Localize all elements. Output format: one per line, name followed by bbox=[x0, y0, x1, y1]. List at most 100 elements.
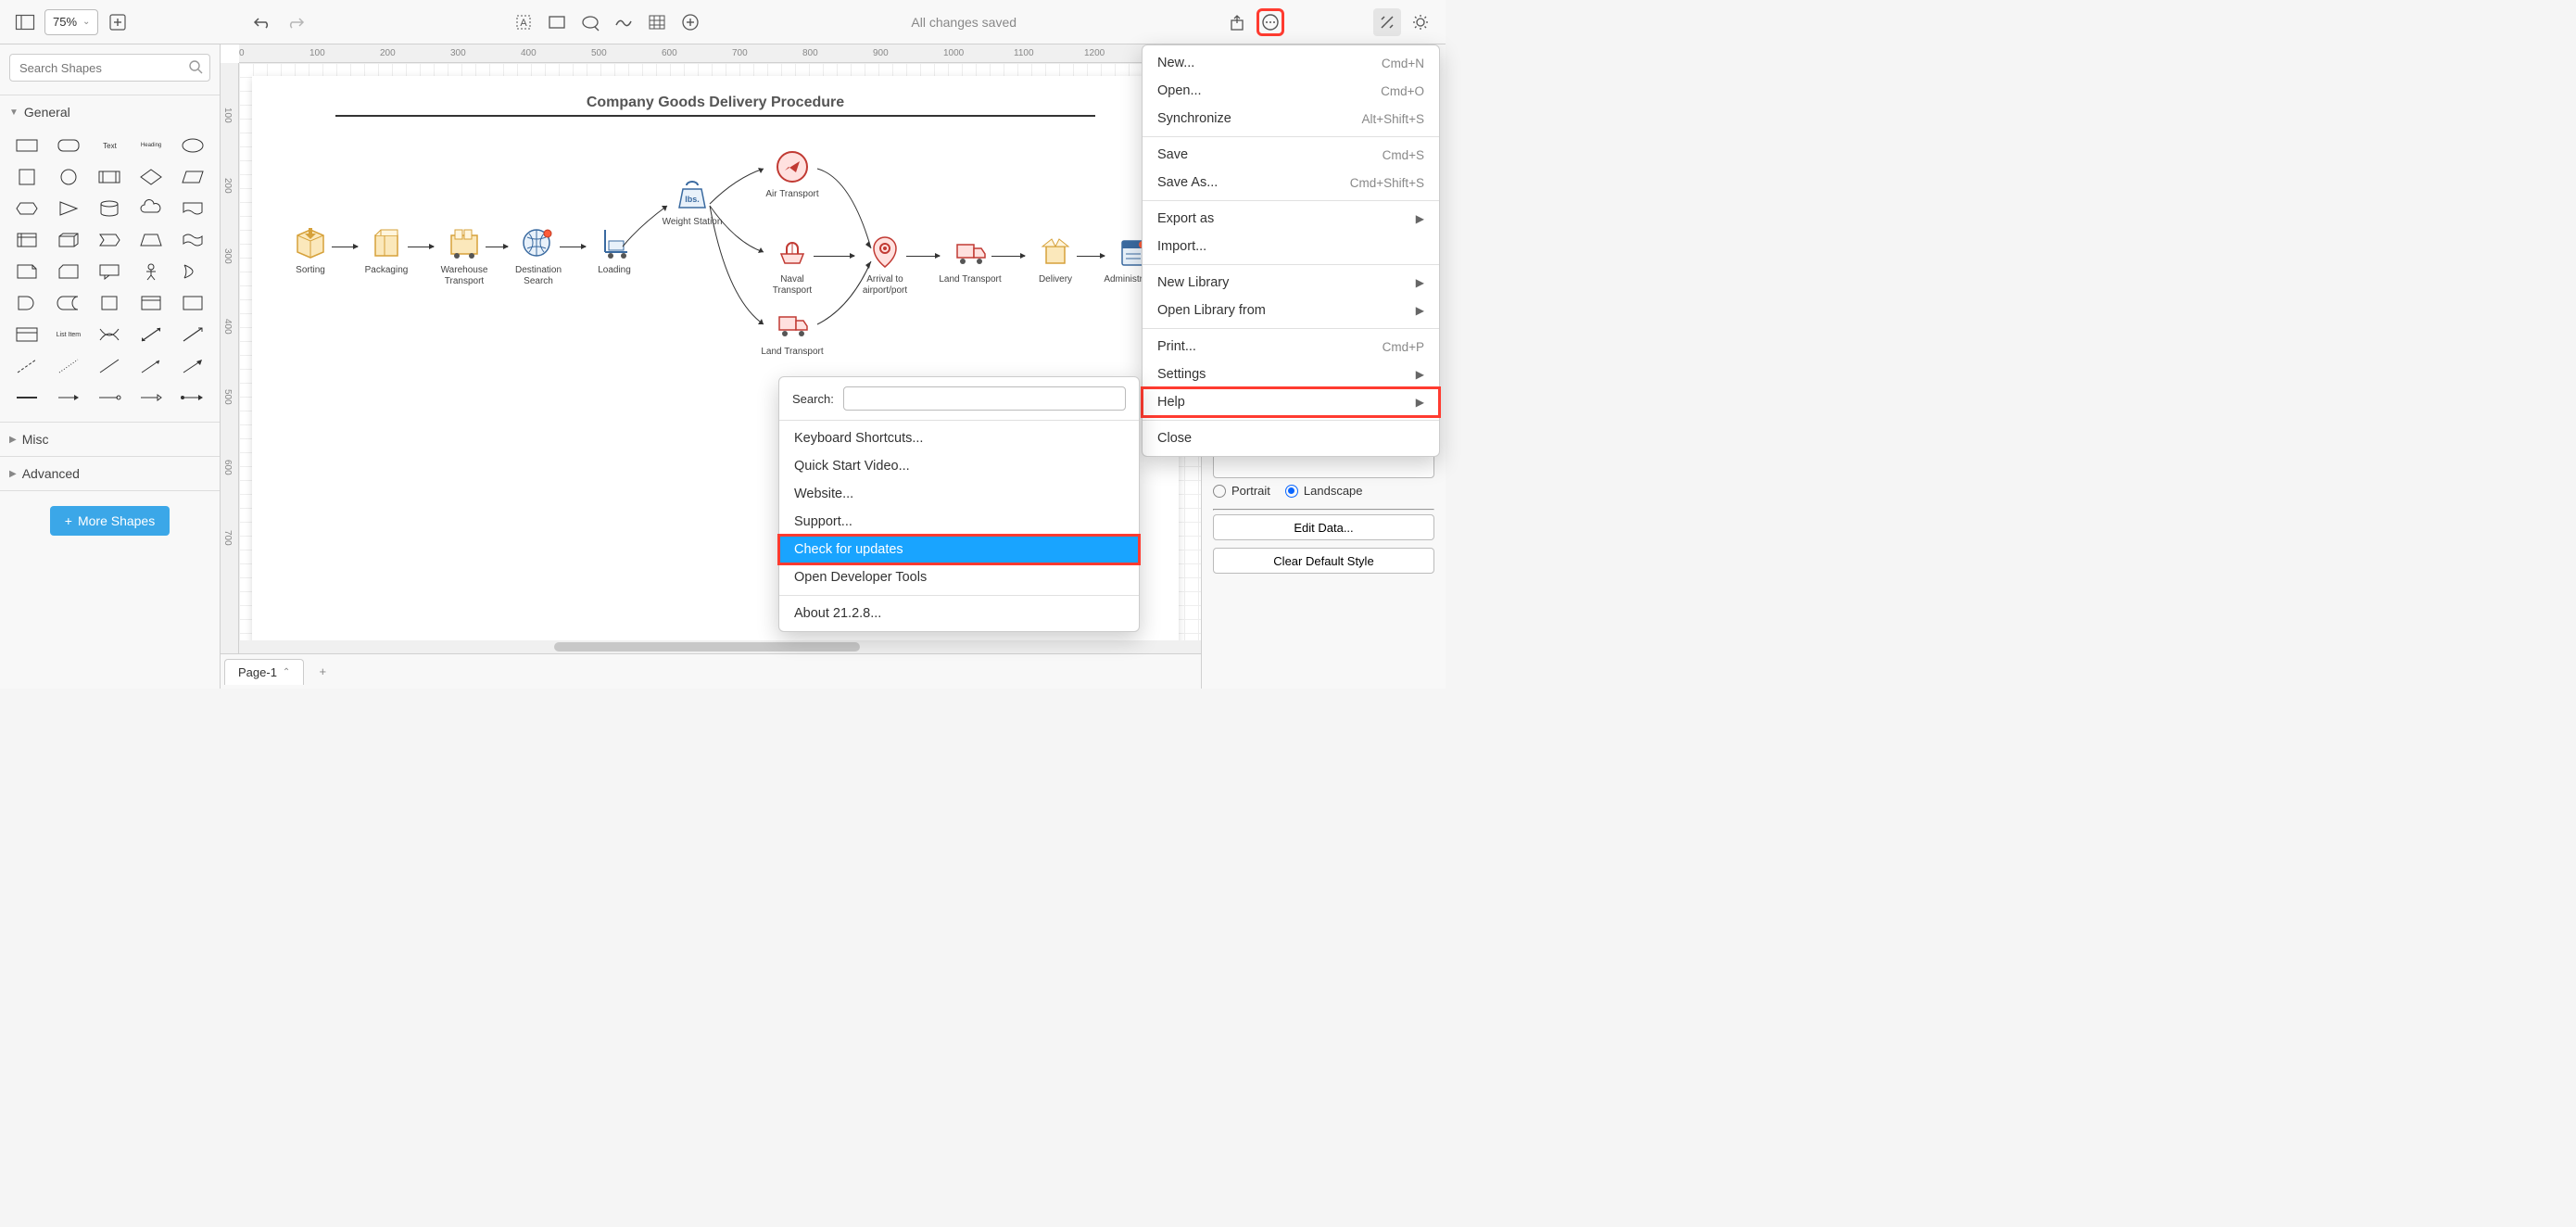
node-land1[interactable]: Land Transport bbox=[760, 306, 825, 358]
shape-arrow-bidir[interactable] bbox=[133, 322, 170, 348]
shape-list[interactable] bbox=[9, 322, 45, 348]
shape-conn-3[interactable] bbox=[92, 385, 128, 411]
shape-arrow-solid[interactable] bbox=[174, 353, 210, 379]
share-icon[interactable] bbox=[1223, 8, 1251, 36]
node-land2[interactable]: Land Transport bbox=[938, 234, 1003, 285]
clear-style-button[interactable]: Clear Default Style bbox=[1213, 548, 1434, 574]
shape-tape[interactable] bbox=[174, 227, 210, 253]
menu-item-save[interactable]: SaveCmd+S bbox=[1143, 141, 1439, 169]
node-sorting[interactable]: Sorting bbox=[278, 224, 343, 276]
shape-line-plain[interactable] bbox=[92, 353, 128, 379]
shape-circle[interactable] bbox=[51, 164, 87, 190]
orientation-portrait[interactable]: Portrait bbox=[1213, 484, 1270, 498]
theme-icon[interactable] bbox=[1407, 8, 1434, 36]
shape-conn-4[interactable] bbox=[133, 385, 170, 411]
shape-rounded-rect[interactable] bbox=[51, 133, 87, 158]
help-item-website-[interactable]: Website... bbox=[779, 480, 1139, 508]
help-item-support-[interactable]: Support... bbox=[779, 508, 1139, 536]
node-naval[interactable]: Naval Transport bbox=[760, 234, 825, 297]
plus-tool-icon[interactable] bbox=[676, 8, 704, 36]
shape-rect[interactable] bbox=[9, 133, 45, 158]
shape-conn-1[interactable] bbox=[9, 385, 45, 411]
menu-item-settings[interactable]: Settings▶ bbox=[1143, 361, 1439, 388]
shape-data-storage[interactable] bbox=[51, 290, 87, 316]
shape-cylinder[interactable] bbox=[92, 196, 128, 221]
menu-item-close[interactable]: Close bbox=[1143, 424, 1439, 452]
shape-curve[interactable] bbox=[92, 322, 128, 348]
menu-item-save-as-[interactable]: Save As...Cmd+Shift+S bbox=[1143, 169, 1439, 196]
shape-conn-2[interactable] bbox=[51, 385, 87, 411]
page-tab-1[interactable]: Page-1 ⌃ bbox=[224, 659, 304, 685]
shape-arrow-open[interactable] bbox=[174, 322, 210, 348]
menu-item-synchronize[interactable]: SynchronizeAlt+Shift+S bbox=[1143, 105, 1439, 133]
node-arrival[interactable]: Arrival to airport/port bbox=[852, 234, 917, 297]
shape-diamond[interactable] bbox=[133, 164, 170, 190]
section-misc[interactable]: ▶ Misc bbox=[0, 426, 220, 452]
add-page-button[interactable]: + bbox=[309, 659, 335, 685]
shape-hexagon[interactable] bbox=[9, 196, 45, 221]
more-menu-button[interactable] bbox=[1256, 8, 1284, 36]
menu-item-open-library-from[interactable]: Open Library from▶ bbox=[1143, 297, 1439, 324]
zoom-select[interactable]: 75% ⌄ bbox=[44, 9, 98, 35]
menu-item-open-[interactable]: Open...Cmd+O bbox=[1143, 77, 1439, 105]
shape-and[interactable] bbox=[9, 290, 45, 316]
shape-card[interactable] bbox=[51, 259, 87, 285]
section-general[interactable]: ▼ General bbox=[0, 99, 220, 125]
menu-item-export-as[interactable]: Export as▶ bbox=[1143, 205, 1439, 233]
shape-step[interactable] bbox=[92, 227, 128, 253]
shape-line-dashed[interactable] bbox=[9, 353, 45, 379]
node-destsearch[interactable]: Destination Search bbox=[506, 224, 571, 287]
node-warehouse[interactable]: Warehouse Transport bbox=[432, 224, 497, 287]
diagram-title[interactable]: Company Goods Delivery Procedure bbox=[252, 95, 1179, 111]
menu-item-import-[interactable]: Import... bbox=[1143, 233, 1439, 260]
help-item-quick-start-video-[interactable]: Quick Start Video... bbox=[779, 452, 1139, 480]
horizontal-scrollbar[interactable] bbox=[239, 640, 1201, 653]
undo-button[interactable] bbox=[248, 8, 276, 36]
more-shapes-button[interactable]: + More Shapes bbox=[50, 506, 170, 536]
shape-parallelogram[interactable] bbox=[174, 164, 210, 190]
shape-line-dotted[interactable] bbox=[51, 353, 87, 379]
text-tool-icon[interactable]: A bbox=[510, 8, 537, 36]
toggle-sidebar-icon[interactable] bbox=[11, 8, 39, 36]
shape-triangle[interactable] bbox=[51, 196, 87, 221]
section-advanced[interactable]: ▶ Advanced bbox=[0, 461, 220, 487]
node-packaging[interactable]: Packaging bbox=[354, 224, 419, 276]
shape-note[interactable] bbox=[9, 259, 45, 285]
shape-internal-storage[interactable] bbox=[9, 227, 45, 253]
shape-trapezoid[interactable] bbox=[133, 227, 170, 253]
shape-ellipse[interactable] bbox=[174, 133, 210, 158]
shape-heading[interactable]: Heading bbox=[133, 133, 170, 158]
table-tool-icon[interactable] bbox=[643, 8, 671, 36]
shape-arrow-thin[interactable] bbox=[133, 353, 170, 379]
help-item-check-for-updates[interactable]: Check for updates bbox=[779, 536, 1139, 563]
shape-container-sq[interactable] bbox=[92, 290, 128, 316]
edit-data-button[interactable]: Edit Data... bbox=[1213, 514, 1434, 540]
shape-actor[interactable] bbox=[133, 259, 170, 285]
shape-process[interactable] bbox=[92, 164, 128, 190]
node-delivery[interactable]: Delivery bbox=[1023, 234, 1088, 285]
rectangle-tool-icon[interactable] bbox=[543, 8, 571, 36]
zoom-add-button[interactable] bbox=[104, 8, 132, 36]
shape-frame[interactable] bbox=[174, 290, 210, 316]
orientation-landscape[interactable]: Landscape bbox=[1285, 484, 1363, 498]
shape-cloud[interactable] bbox=[133, 196, 170, 221]
node-loading[interactable]: Loading bbox=[582, 224, 647, 276]
freehand-tool-icon[interactable] bbox=[610, 8, 638, 36]
shape-conn-5[interactable] bbox=[174, 385, 210, 411]
shape-window[interactable] bbox=[133, 290, 170, 316]
search-shapes-input[interactable] bbox=[9, 54, 210, 82]
node-air[interactable]: Air Transport bbox=[760, 148, 825, 200]
menu-item-new-[interactable]: New...Cmd+N bbox=[1143, 49, 1439, 77]
menu-item-new-library[interactable]: New Library▶ bbox=[1143, 269, 1439, 297]
shape-or[interactable] bbox=[174, 259, 210, 285]
shape-document[interactable] bbox=[174, 196, 210, 221]
shape-square[interactable] bbox=[9, 164, 45, 190]
scrollbar-thumb[interactable] bbox=[554, 642, 860, 651]
search-shapes-field[interactable] bbox=[19, 61, 183, 75]
shape-list-item[interactable]: List Item bbox=[51, 322, 87, 348]
menu-item-help[interactable]: Help▶ bbox=[1143, 388, 1439, 416]
node-weight[interactable]: lbs. Weight Station bbox=[660, 176, 725, 228]
help-item-open-developer-tools[interactable]: Open Developer Tools bbox=[779, 563, 1139, 591]
shape-callout[interactable] bbox=[92, 259, 128, 285]
help-search-input[interactable] bbox=[843, 386, 1126, 411]
